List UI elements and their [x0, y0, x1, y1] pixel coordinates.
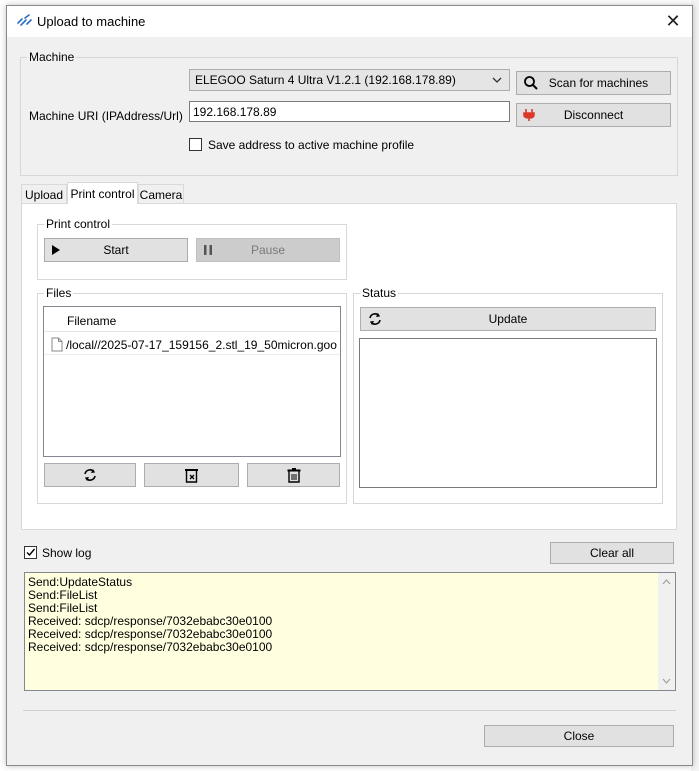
machine-uri-value: 192.168.178.89: [193, 104, 277, 119]
disconnect-button[interactable]: Disconnect: [516, 103, 671, 127]
scan-machines-button[interactable]: Scan for machines: [516, 71, 671, 95]
print-control-panel: Print control Start Pause Files Filename: [21, 203, 677, 530]
log-line: Received: sdcp/response/7032ebabc30e0100: [28, 640, 273, 654]
trash-x-icon: [185, 468, 198, 483]
update-label: Update: [488, 312, 528, 326]
machine-uri-input[interactable]: 192.168.178.89: [189, 101, 510, 122]
trash-icon: [287, 467, 300, 483]
checkmark-icon: [26, 548, 36, 557]
save-address-checkbox[interactable]: [189, 138, 202, 151]
link-icon: [17, 14, 32, 26]
update-status-button[interactable]: Update: [360, 307, 656, 331]
footer-separator: [23, 710, 676, 711]
tab-upload[interactable]: Upload: [21, 184, 67, 204]
play-icon: [52, 245, 60, 255]
title-bar: Upload to machine ✕: [7, 6, 692, 37]
tab-camera-label: Camera: [139, 187, 183, 202]
refresh-files-button[interactable]: [44, 463, 136, 487]
close-window-icon[interactable]: ✕: [662, 10, 684, 32]
show-log-checkbox[interactable]: [24, 546, 37, 559]
disconnect-label: Disconnect: [563, 108, 624, 122]
tab-print-control-label: Print control: [70, 186, 135, 201]
uri-label: Machine URI (IPAddress/Url): [29, 109, 183, 123]
status-legend: Status: [362, 286, 397, 300]
tab-upload-label: Upload: [24, 187, 64, 202]
search-icon: [524, 76, 538, 90]
files-list[interactable]: Filename /local//2025-07-17_159156_2.stl…: [43, 306, 341, 457]
log-lines: Send:UpdateStatus Send:FileList Send:Fil…: [28, 576, 272, 654]
trash-button[interactable]: [247, 463, 340, 487]
pause-label: Pause: [250, 243, 286, 257]
scan-machines-label: Scan for machines: [548, 76, 649, 90]
refresh-icon: [84, 469, 96, 481]
refresh-icon: [369, 313, 381, 325]
file-icon: [51, 337, 63, 352]
log-scrollbar[interactable]: [658, 573, 675, 690]
machine-select-value: ELEGOO Saturn 4 Ultra V1.2.1 (192.168.17…: [195, 73, 456, 87]
machine-legend: Machine: [29, 50, 75, 64]
chevron-down-icon: [492, 77, 502, 83]
show-log-label: Show log: [42, 546, 92, 560]
close-button[interactable]: Close: [484, 725, 674, 747]
table-row[interactable]: /local//2025-07-17_159156_2.stl_19_50mic…: [44, 333, 340, 355]
clear-all-label: Clear all: [589, 546, 634, 560]
start-button[interactable]: Start: [44, 238, 188, 262]
file-row-name: /local//2025-07-17_159156_2.stl_19_50mic…: [66, 338, 337, 352]
filename-header-label: Filename: [67, 314, 117, 328]
status-output[interactable]: [359, 338, 657, 488]
pause-icon: [204, 245, 212, 255]
tab-print-control[interactable]: Print control: [67, 182, 138, 204]
tab-camera[interactable]: Camera: [138, 184, 184, 204]
save-address-label: Save address to active machine profile: [208, 138, 415, 152]
upload-dialog: Upload to machine ✕ Machine ELEGOO Satur…: [6, 5, 693, 766]
machine-select[interactable]: ELEGOO Saturn 4 Ultra V1.2.1 (192.168.17…: [189, 69, 510, 91]
print-control-legend: Print control: [46, 217, 111, 231]
scroll-up-icon[interactable]: [658, 575, 675, 589]
log-output[interactable]: Send:UpdateStatus Send:FileList Send:Fil…: [24, 572, 676, 691]
close-label: Close: [563, 729, 595, 743]
window-title: Upload to machine: [37, 14, 146, 29]
scroll-down-icon[interactable]: [658, 674, 675, 688]
clear-all-button[interactable]: Clear all: [550, 542, 674, 564]
plug-icon: [523, 109, 535, 121]
pause-button[interactable]: Pause: [196, 238, 340, 262]
files-column-header[interactable]: Filename: [44, 307, 340, 332]
files-legend: Files: [46, 286, 72, 300]
delete-file-button[interactable]: [144, 463, 239, 487]
start-label: Start: [103, 243, 129, 257]
